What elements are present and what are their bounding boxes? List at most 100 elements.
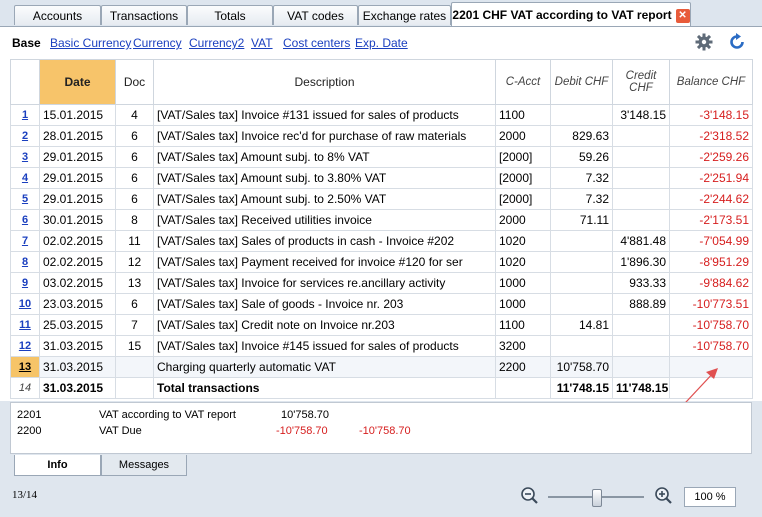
row-number[interactable]: 9: [10, 272, 40, 294]
cell-doc[interactable]: 15: [115, 335, 154, 357]
tab-accounts[interactable]: Accounts: [14, 5, 101, 25]
row-number[interactable]: 1: [10, 104, 40, 126]
cell-debit[interactable]: 14.81: [550, 314, 613, 336]
cell-date[interactable]: 31.03.2015: [39, 356, 116, 378]
cell-credit[interactable]: 1'896.30: [612, 251, 670, 273]
cell-doc[interactable]: 12: [115, 251, 154, 273]
row-number[interactable]: 10: [10, 293, 40, 315]
cell-date[interactable]: 29.01.2015: [39, 188, 116, 210]
cell-debit[interactable]: 7.32: [550, 188, 613, 210]
column-header-credit[interactable]: Credit CHF: [612, 59, 670, 105]
column-header-doc[interactable]: Doc: [115, 59, 154, 105]
cell-date[interactable]: 03.02.2015: [39, 272, 116, 294]
cell-debit[interactable]: 829.63: [550, 125, 613, 147]
cell-date[interactable]: 28.01.2015: [39, 125, 116, 147]
cell-description[interactable]: [VAT/Sales tax] Credit note on Invoice n…: [153, 314, 496, 336]
cell-date[interactable]: 15.01.2015: [39, 104, 116, 126]
close-icon[interactable]: ✕: [675, 8, 690, 23]
cell-date[interactable]: 30.01.2015: [39, 209, 116, 231]
cell-c-acct[interactable]: 1100: [495, 314, 551, 336]
cell-description[interactable]: [VAT/Sales tax] Sale of goods - Invoice …: [153, 293, 496, 315]
view-currency2[interactable]: Currency2: [189, 36, 244, 50]
row-number[interactable]: 2: [10, 125, 40, 147]
table-row[interactable]: 4 29.01.2015 6 [VAT/Sales tax] Amount subj.…: [10, 167, 753, 189]
cell-description[interactable]: [VAT/Sales tax] Invoice #145 issued for …: [153, 335, 496, 357]
column-header-date[interactable]: Date: [39, 59, 116, 105]
cell-c-acct[interactable]: 1020: [495, 230, 551, 252]
zoom-out-icon[interactable]: [520, 486, 540, 506]
cell-doc[interactable]: 6: [115, 146, 154, 168]
cell-description[interactable]: [VAT/Sales tax] Received utilities invoi…: [153, 209, 496, 231]
refresh-icon[interactable]: [727, 32, 747, 52]
cell-date[interactable]: 02.02.2015: [39, 251, 116, 273]
cell-c-acct[interactable]: [2000]: [495, 167, 551, 189]
table-row[interactable]: 7 02.02.2015 11 [VAT/Sales tax] Sales of pr…: [10, 230, 753, 252]
table-row[interactable]: 2 28.01.2015 6 [VAT/Sales tax] Invoice rec'…: [10, 125, 753, 147]
row-number[interactable]: 6: [10, 209, 40, 231]
cell-description[interactable]: [VAT/Sales tax] Invoice #131 issued for …: [153, 104, 496, 126]
cell-description[interactable]: [VAT/Sales tax] Amount subj. to 3.80% VA…: [153, 167, 496, 189]
cell-doc[interactable]: 6: [115, 167, 154, 189]
cell-doc[interactable]: 11: [115, 230, 154, 252]
cell-date[interactable]: 25.03.2015: [39, 314, 116, 336]
cell-c-acct[interactable]: 1100: [495, 104, 551, 126]
cell-date[interactable]: 02.02.2015: [39, 230, 116, 252]
table-row[interactable]: 11 25.03.2015 7 [VAT/Sales tax] Credit note…: [10, 314, 753, 336]
cell-description[interactable]: [VAT/Sales tax] Invoice for services re.…: [153, 272, 496, 294]
cell-c-acct[interactable]: 1000: [495, 272, 551, 294]
cell-description[interactable]: [VAT/Sales tax] Amount subj. to 8% VAT: [153, 146, 496, 168]
table-row[interactable]: 8 02.02.2015 12 [VAT/Sales tax] Payment rec…: [10, 251, 753, 273]
cell-credit[interactable]: [612, 314, 670, 336]
row-number[interactable]: 12: [10, 335, 40, 357]
cell-debit[interactable]: 59.26: [550, 146, 613, 168]
tab-totals[interactable]: Totals: [187, 5, 273, 25]
table-row[interactable]: 1 15.01.2015 4 [VAT/Sales tax] Invoice #131…: [10, 104, 753, 126]
table-row[interactable]: 9 03.02.2015 13 [VAT/Sales tax] Invoice for…: [10, 272, 753, 294]
cell-credit[interactable]: 888.89: [612, 293, 670, 315]
cell-c-acct[interactable]: [2000]: [495, 188, 551, 210]
tab-messages[interactable]: Messages: [101, 455, 187, 476]
cell-credit[interactable]: 4'881.48: [612, 230, 670, 252]
column-header-description[interactable]: Description: [153, 59, 496, 105]
column-header-balance[interactable]: Balance CHF: [669, 59, 753, 105]
cell-credit[interactable]: [612, 167, 670, 189]
zoom-slider-thumb[interactable]: [592, 489, 602, 507]
cell-debit[interactable]: [550, 335, 613, 357]
tab-vat-codes[interactable]: VAT codes: [273, 5, 358, 25]
cell-debit[interactable]: 10'758.70: [550, 356, 613, 378]
row-number[interactable]: 7: [10, 230, 40, 252]
view-basic-currency[interactable]: Basic Currency: [50, 36, 131, 50]
zoom-level[interactable]: 100 %: [684, 487, 736, 507]
tab-exchange-rates[interactable]: Exchange rates: [358, 5, 451, 25]
cell-date[interactable]: 23.03.2015: [39, 293, 116, 315]
cell-doc[interactable]: [115, 356, 154, 378]
view-vat[interactable]: VAT: [251, 36, 273, 50]
row-number[interactable]: 11: [10, 314, 40, 336]
cell-doc[interactable]: 4: [115, 104, 154, 126]
cell-date[interactable]: 31.03.2015: [39, 335, 116, 357]
cell-credit[interactable]: [612, 125, 670, 147]
cell-c-acct[interactable]: 3200: [495, 335, 551, 357]
cell-debit[interactable]: 71.11: [550, 209, 613, 231]
cell-c-acct[interactable]: 1000: [495, 293, 551, 315]
cell-credit[interactable]: [612, 209, 670, 231]
row-number[interactable]: 3: [10, 146, 40, 168]
cell-doc[interactable]: 6: [115, 293, 154, 315]
row-number[interactable]: 5: [10, 188, 40, 210]
cell-credit[interactable]: [612, 188, 670, 210]
view-base[interactable]: Base: [12, 36, 41, 50]
cell-c-acct[interactable]: [2000]: [495, 146, 551, 168]
cell-date[interactable]: 29.01.2015: [39, 146, 116, 168]
cell-description[interactable]: [VAT/Sales tax] Invoice rec'd for purcha…: [153, 125, 496, 147]
cell-credit[interactable]: [612, 146, 670, 168]
table-row[interactable]: 12 31.03.2015 15 [VAT/Sales tax] Invoice #1…: [10, 335, 753, 357]
table-row[interactable]: 3 29.01.2015 6 [VAT/Sales tax] Amount subj.…: [10, 146, 753, 168]
cell-description[interactable]: Charging quarterly automatic VAT: [153, 356, 496, 378]
table-row[interactable]: 5 29.01.2015 6 [VAT/Sales tax] Amount subj.…: [10, 188, 753, 210]
cell-description[interactable]: [VAT/Sales tax] Payment received for inv…: [153, 251, 496, 273]
cell-date[interactable]: 29.01.2015: [39, 167, 116, 189]
cell-credit[interactable]: 3'148.15: [612, 104, 670, 126]
cell-c-acct[interactable]: 2200: [495, 356, 551, 378]
cell-debit[interactable]: [550, 230, 613, 252]
cell-c-acct[interactable]: 2000: [495, 125, 551, 147]
